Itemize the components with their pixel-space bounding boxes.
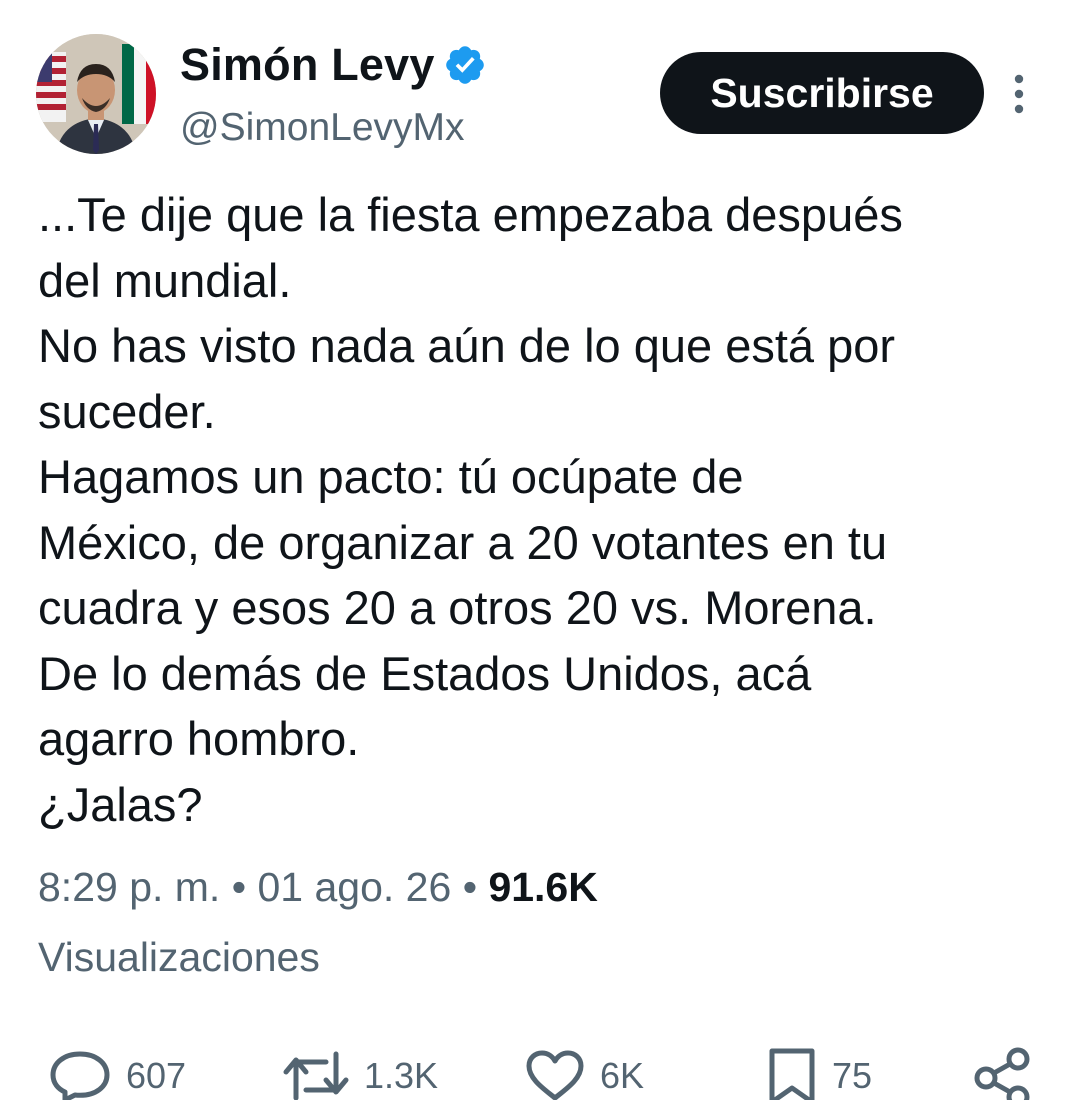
avatar-image (36, 34, 156, 154)
tweet-meta: 8:29 p. m. • 01 ago. 26 • 91.6K (38, 864, 598, 911)
meta-separator: • (462, 864, 489, 910)
tweet-page: Simón Levy @SimonLevyMx Suscribirse ...T… (0, 0, 1080, 1100)
retweet-button[interactable]: 1.3K (282, 1046, 438, 1100)
meta-separator: • (231, 864, 258, 910)
tweet-line: De lo demás de Estados Unidos, acá (38, 646, 812, 700)
tweet-line: Hagamos un pacto: tú ocúpate de (38, 450, 744, 503)
like-button[interactable]: 6K (524, 1046, 644, 1100)
verified-badge-icon (443, 43, 487, 87)
tweet-line: ...Te dije que la fiesta empezaba despué… (38, 188, 903, 241)
name-row[interactable]: Simón Levy (180, 38, 487, 92)
tweet-line: cuadra y esos 20 a otros 20 vs. Morena. (38, 581, 877, 634)
bookmark-count: 75 (832, 1055, 873, 1096)
tweet-date[interactable]: 01 ago. 26 (257, 864, 451, 910)
views-label: Visualizaciones (38, 934, 320, 980)
retweet-icon (283, 1051, 349, 1100)
reply-button[interactable]: 607 (48, 1046, 186, 1100)
share-button[interactable] (972, 1046, 1034, 1100)
display-name[interactable]: Simón Levy (180, 39, 435, 91)
avatar[interactable] (36, 34, 156, 154)
tweet-line: suceder. (38, 384, 216, 438)
bookmark-button[interactable]: 75 (766, 1046, 872, 1100)
share-icon (974, 1047, 1030, 1100)
tweet-line: agarro hombro. (38, 712, 360, 765)
tweet-line: No has visto nada aún de lo que está por (38, 319, 896, 372)
tweet-line: ¿Jalas? (38, 777, 203, 831)
tweet-line: México, de organizar a 20 votantes en tu (38, 515, 888, 569)
heart-icon (526, 1050, 584, 1100)
more-vertical-icon[interactable] (1004, 72, 1034, 116)
bookmark-icon (769, 1048, 815, 1100)
subscribe-button[interactable]: Suscribirse (660, 52, 984, 134)
reply-icon (50, 1051, 110, 1100)
tweet-text: ...Te dije que la fiesta empezaba despué… (38, 182, 1058, 837)
tweet-time[interactable]: 8:29 p. m. (38, 864, 220, 910)
views-count: 91.6K (488, 864, 598, 910)
reply-count: 607 (126, 1055, 187, 1096)
like-count: 6K (600, 1055, 645, 1096)
user-handle[interactable]: @SimonLevyMx (180, 106, 465, 150)
tweet-line: del mundial. (38, 253, 292, 307)
retweet-count: 1.3K (364, 1055, 439, 1096)
